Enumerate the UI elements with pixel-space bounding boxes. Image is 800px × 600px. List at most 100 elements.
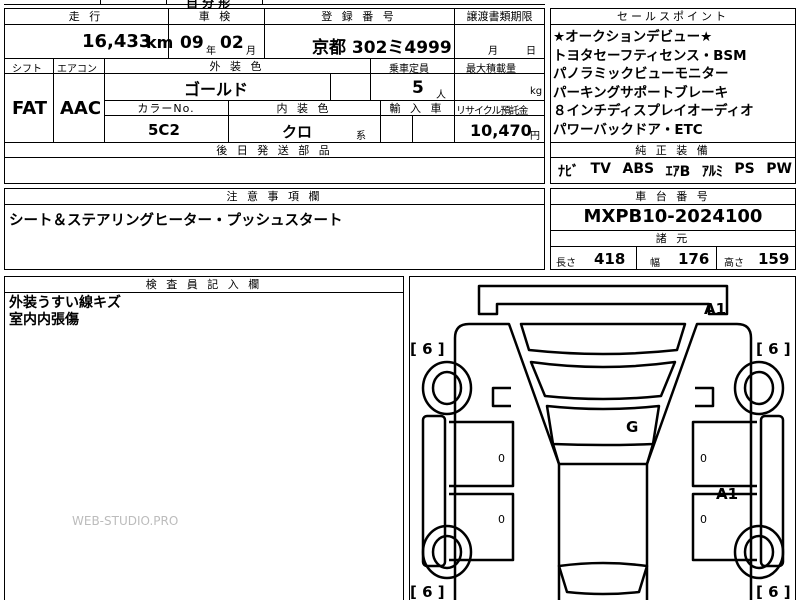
sales-point-line: ★オークションデビュー★ <box>553 29 713 45</box>
genuine-item-airbag: ｴｱB <box>665 164 691 180</box>
capacity-label: 乗車定員 <box>389 64 429 75</box>
length-value: 418 <box>594 250 626 268</box>
tire-rr-hub-shape <box>743 534 775 570</box>
mirror-right-shape <box>695 386 715 408</box>
tire-fr-hub-shape <box>743 370 775 406</box>
roof-shape <box>545 404 661 447</box>
row4-top-line <box>4 142 545 143</box>
row4-header-line <box>4 157 545 158</box>
sales-point-line: パーキングサポートブレーキ <box>553 84 729 101</box>
zero-mark: 0 <box>700 513 707 526</box>
registration-value: 京都 302ミ4999 <box>312 38 452 58</box>
watermark: WEB-STUDIO.PRO <box>72 514 179 528</box>
tire-rl-hub-shape <box>431 534 463 570</box>
zero-mark: 0 <box>498 513 505 526</box>
notes-header-line <box>4 204 545 205</box>
import-label: 輸 入 車 <box>389 102 445 115</box>
mileage-unit: km <box>146 33 174 52</box>
inspection-month: 02 <box>220 33 244 53</box>
row2-div-cap <box>330 73 331 100</box>
later-parts-label: 後 日 発 送 部 品 <box>216 144 333 157</box>
inspection-month-unit: 月 <box>246 46 256 57</box>
mirror-left-shape <box>491 386 511 408</box>
max-load-label: 最大積載量 <box>466 64 516 75</box>
tire-fl-hub-shape <box>431 370 463 406</box>
row3-div-import-m <box>412 115 413 142</box>
door-rr-shape <box>691 492 757 562</box>
row2-div-color <box>370 58 371 100</box>
inspector-header-line <box>4 292 404 293</box>
notes-text: シート＆ステアリングヒーター・プッシュスタート <box>9 213 343 229</box>
interior-color-suffix: 系 <box>356 131 366 142</box>
inspection-label: 車 検 <box>198 10 234 23</box>
transfer-deadline-label: 譲渡書類期限 <box>466 10 533 23</box>
row3-top-line <box>104 100 545 101</box>
genuine-item-ps: PS <box>734 161 755 177</box>
genuine-top-line <box>550 142 796 143</box>
tire-label-fl: [ 6 ] <box>410 340 445 358</box>
rear-window-shape <box>557 561 649 596</box>
tire-label-rr: [ 6 ] <box>756 583 791 600</box>
mileage-value: 16,433 <box>82 31 152 52</box>
tire-label-rl: [ 6 ] <box>410 583 445 600</box>
interior-color-value: クロ <box>282 123 313 141</box>
specs-header-line <box>550 246 796 247</box>
genuine-item-alloy: ｱﾙﾐ <box>701 164 723 180</box>
recycle-label: リサイクル預託金 <box>456 106 528 117</box>
genuine-item-navi: ﾅﾋﾞ <box>558 164 579 180</box>
genuine-item-pw: PW <box>766 161 792 177</box>
inspection-year: 09 <box>180 33 204 53</box>
tire-fl-shape <box>421 360 473 416</box>
inspection-year-unit: 年 <box>206 46 216 57</box>
chassis-label: 車 台 番 号 <box>635 190 711 203</box>
row2-div-shift <box>53 58 54 142</box>
height-value: 159 <box>758 250 790 268</box>
genuine-item-abs: ABS <box>622 161 655 177</box>
tire-rl-shape <box>421 524 473 580</box>
inspector-notes: 外装うすい線キズ 室内内張傷 <box>9 295 121 329</box>
length-label: 長さ <box>556 258 576 269</box>
windshield-shape <box>529 360 677 401</box>
chassis-number: MXPB10-2024100 <box>583 206 763 227</box>
zero-mark: 0 <box>700 452 707 465</box>
interior-color-label: 内 装 色 <box>276 102 332 115</box>
width-value: 176 <box>678 250 710 268</box>
row2-top-line <box>4 58 545 59</box>
inspector-label: 検 査 員 記 入 欄 <box>145 278 263 291</box>
width-label: 幅 <box>650 258 660 269</box>
specs-label: 諸 元 <box>655 232 691 245</box>
damage-mark-g: G <box>626 418 639 436</box>
specs-div-1 <box>636 246 637 270</box>
height-label: 高さ <box>724 258 744 269</box>
tire-fr-shape <box>733 360 785 416</box>
aircon-value: AAC <box>60 98 102 119</box>
cabin-shape <box>551 443 561 600</box>
sales-point-label: セールスポイント <box>617 10 729 23</box>
transfer-month-unit: 月 <box>488 46 498 57</box>
shift-label: シフト <box>12 64 42 75</box>
capacity-value: 5 <box>412 78 424 98</box>
tire-label-fr: [ 6 ] <box>756 340 791 358</box>
specs-top-line <box>550 230 796 231</box>
front-bumper-shape <box>477 284 729 316</box>
tire-rr-shape <box>733 524 785 580</box>
transfer-day-unit: 日 <box>526 46 536 57</box>
exterior-color-value: ゴールド <box>184 80 249 99</box>
mileage-label: 走 行 <box>68 10 104 23</box>
genuine-header-line <box>550 157 796 158</box>
cabin-right-shape <box>645 443 655 600</box>
sales-point-lines: ★オークションデビュー★ トヨタセーフティセンス・BSM パノラミックビューモニ… <box>553 28 793 139</box>
notes-label: 注 意 事 項 欄 <box>226 190 323 203</box>
capacity-unit: 人 <box>436 90 446 101</box>
car-diagram <box>421 284 785 600</box>
registration-label: 登 録 番 号 <box>321 10 397 23</box>
aircon-label: エアコン <box>57 64 97 75</box>
row1-header-line <box>4 24 545 25</box>
genuine-item-tv: TV <box>590 161 611 177</box>
sales-point-line: パワーバックドア・ETC <box>553 121 703 138</box>
color-no-value: 5C2 <box>148 121 180 139</box>
recycle-value: 10,470 <box>470 121 532 140</box>
color-no-label: カラーNo. <box>137 102 195 115</box>
exterior-color-label: 外 装 色 <box>209 60 265 73</box>
hood-shape <box>519 322 687 356</box>
